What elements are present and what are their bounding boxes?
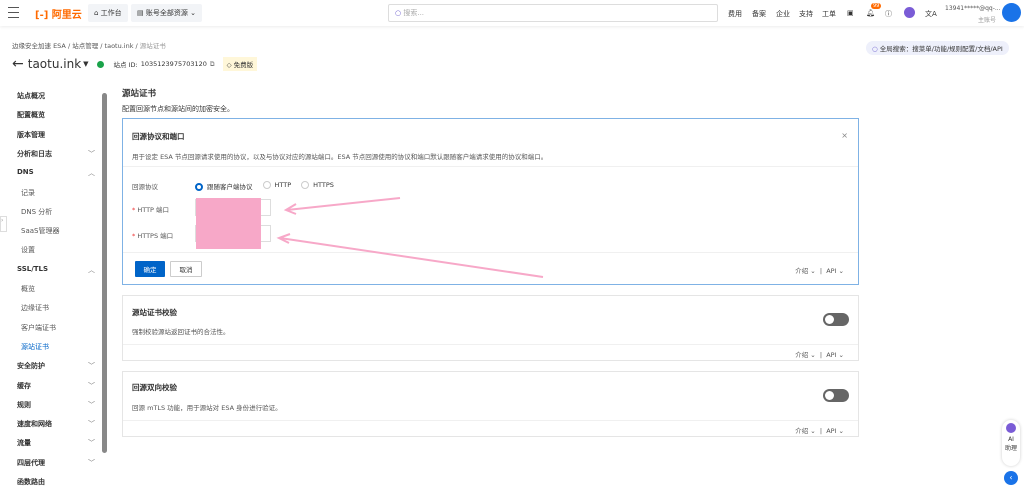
resources-label: 账号全部资源 [145,9,188,17]
avatar[interactable] [1002,3,1021,22]
nav-enterprise[interactable]: 企业 [776,9,790,19]
nav-billing[interactable]: 费用 [728,9,742,19]
search-input[interactable]: ○ 搜索... [388,4,718,22]
language-icon[interactable]: 文A [925,9,937,19]
menu-icon[interactable] [8,7,19,18]
logo[interactable]: [-] 阿里云 [35,6,82,21]
assistant-label: AI [1008,436,1014,443]
notification-badge: 99 [871,3,882,9]
resources-dropdown[interactable]: ▤ 账号全部资源 ⌄ [131,4,202,22]
nav-support[interactable]: 支持 [799,9,813,19]
assistant-icon [1006,423,1016,433]
nav-ticket[interactable]: 工单 [822,9,836,19]
workbench-button[interactable]: ⌂ 工作台 [88,4,128,22]
account-role: 主账号 [978,17,997,24]
workbench-label: 工作台 [100,9,122,17]
logo-text: 阿里云 [51,10,82,21]
search-placeholder: 搜索... [403,9,425,17]
resource-icon: ▤ [137,9,146,17]
search-icon: ○ [395,9,404,17]
help-icon[interactable]: ⓘ [885,9,892,19]
annotation-arrows [276,197,544,278]
ai-assistant-button[interactable]: AI 助理 [1002,420,1020,466]
arrow-http [286,197,401,211]
top-bar: [-] 阿里云 ⌂ 工作台 ▤ 账号全部资源 ⌄ ○ 搜索... 费用 备案 企… [0,0,1024,26]
terminal-icon[interactable]: ▣ [847,9,854,17]
collapse-icon[interactable]: ‹ [1004,471,1018,485]
chevron-down-icon: ⌄ [187,9,196,17]
account-name[interactable]: 13941*****@qq-... [945,5,1001,12]
assistant-label-2: 助理 [1004,445,1017,452]
arrow-https [279,237,544,278]
star-icon[interactable] [904,7,915,18]
bell-icon[interactable]: 🔔︎ [866,9,875,17]
home-icon: ⌂ [94,9,101,17]
nav-icp[interactable]: 备案 [752,9,766,19]
